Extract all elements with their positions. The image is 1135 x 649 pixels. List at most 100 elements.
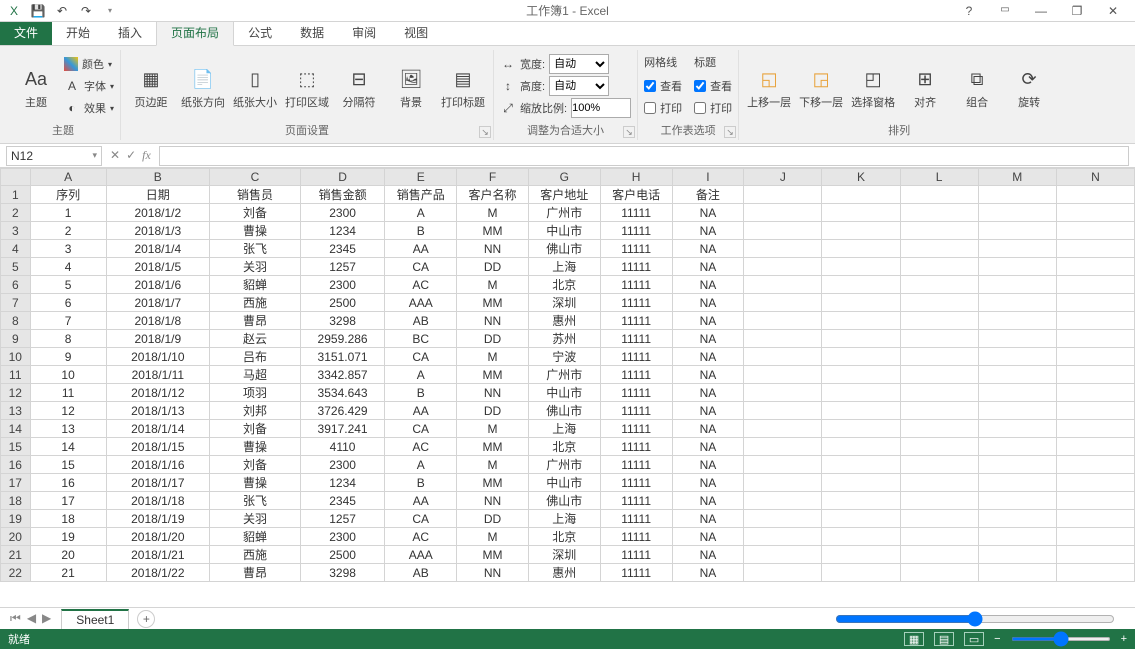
cell[interactable]: 曹操 — [210, 222, 301, 240]
cell[interactable]: 7 — [30, 312, 106, 330]
column-header[interactable]: G — [528, 169, 600, 186]
cell[interactable]: NA — [672, 510, 744, 528]
cell[interactable] — [822, 564, 900, 582]
cell[interactable]: AA — [385, 402, 457, 420]
cell[interactable] — [822, 240, 900, 258]
cell[interactable]: 惠州 — [528, 312, 600, 330]
row-header[interactable]: 18 — [1, 492, 31, 510]
cell[interactable] — [900, 330, 978, 348]
cell[interactable]: 15 — [30, 456, 106, 474]
cell[interactable] — [744, 546, 822, 564]
cell[interactable]: NA — [672, 312, 744, 330]
bring-forward-button[interactable]: ◱上移一层 — [745, 54, 793, 118]
prev-sheet-icon[interactable]: ◀ — [27, 611, 36, 626]
cell[interactable]: 4 — [30, 258, 106, 276]
zoom-slider[interactable] — [1011, 637, 1111, 641]
cell[interactable]: 中山市 — [528, 222, 600, 240]
cell[interactable]: AA — [385, 492, 457, 510]
cell[interactable]: AB — [385, 564, 457, 582]
cell[interactable]: 21 — [30, 564, 106, 582]
cell[interactable] — [900, 312, 978, 330]
cell[interactable]: 2018/1/9 — [106, 330, 209, 348]
cell[interactable]: 曹昂 — [210, 312, 301, 330]
cell[interactable] — [822, 366, 900, 384]
cell[interactable]: 吕布 — [210, 348, 301, 366]
cell[interactable] — [978, 456, 1056, 474]
tab-page-layout[interactable]: 页面布局 — [156, 19, 234, 46]
cell[interactable] — [978, 348, 1056, 366]
cell[interactable] — [1056, 438, 1134, 456]
cell[interactable]: NA — [672, 564, 744, 582]
cell[interactable] — [744, 420, 822, 438]
cell[interactable]: M — [457, 276, 529, 294]
column-header[interactable]: H — [600, 169, 672, 186]
cell[interactable] — [978, 276, 1056, 294]
cell[interactable] — [978, 330, 1056, 348]
cell[interactable] — [900, 492, 978, 510]
cell[interactable]: 2018/1/7 — [106, 294, 209, 312]
cell[interactable]: 2018/1/16 — [106, 456, 209, 474]
cell[interactable]: NA — [672, 204, 744, 222]
cell[interactable] — [900, 204, 978, 222]
cell[interactable] — [1056, 366, 1134, 384]
cell[interactable]: 销售产品 — [385, 186, 457, 204]
cell[interactable] — [978, 384, 1056, 402]
cell[interactable] — [822, 312, 900, 330]
cell[interactable] — [744, 330, 822, 348]
cell[interactable]: 5 — [30, 276, 106, 294]
cell[interactable] — [900, 366, 978, 384]
horizontal-scrollbar[interactable] — [835, 612, 1115, 626]
cell[interactable]: 2018/1/17 — [106, 474, 209, 492]
cell[interactable] — [978, 222, 1056, 240]
cell[interactable]: 2500 — [300, 546, 384, 564]
cell[interactable]: NA — [672, 546, 744, 564]
cell[interactable]: 11111 — [600, 492, 672, 510]
cell[interactable] — [822, 420, 900, 438]
cell[interactable] — [744, 528, 822, 546]
cell[interactable] — [1056, 510, 1134, 528]
cell[interactable]: 苏州 — [528, 330, 600, 348]
cell[interactable]: NA — [672, 474, 744, 492]
cell[interactable]: 2 — [30, 222, 106, 240]
theme-fonts-button[interactable]: A字体▾ — [64, 76, 114, 96]
cell[interactable]: MM — [457, 222, 529, 240]
undo-icon[interactable]: ↶ — [54, 3, 70, 19]
cell[interactable]: NA — [672, 492, 744, 510]
cell[interactable] — [822, 528, 900, 546]
maximize-icon[interactable]: ❐ — [1065, 4, 1089, 18]
cell[interactable]: 貂蝉 — [210, 276, 301, 294]
cell[interactable]: CA — [385, 510, 457, 528]
cell[interactable]: 销售员 — [210, 186, 301, 204]
cell[interactable]: MM — [457, 366, 529, 384]
cell[interactable] — [900, 546, 978, 564]
print-area-button[interactable]: ⬚打印区域 — [283, 54, 331, 118]
cell[interactable]: 关羽 — [210, 510, 301, 528]
cell[interactable] — [744, 186, 822, 204]
cell[interactable] — [900, 420, 978, 438]
cell[interactable]: NN — [457, 492, 529, 510]
cell[interactable] — [822, 492, 900, 510]
group-button[interactable]: ⧉组合 — [953, 54, 1001, 118]
cell[interactable]: NA — [672, 528, 744, 546]
cell[interactable]: 2300 — [300, 276, 384, 294]
cell[interactable]: 3534.643 — [300, 384, 384, 402]
cell[interactable] — [978, 204, 1056, 222]
cell[interactable]: M — [457, 204, 529, 222]
tab-review[interactable]: 审阅 — [338, 20, 390, 45]
spreadsheet-grid[interactable]: ABCDEFGHIJKLMN1序列日期销售员销售金额销售产品客户名称客户地址客户… — [0, 168, 1135, 607]
cell[interactable] — [978, 186, 1056, 204]
cell[interactable]: 刘备 — [210, 204, 301, 222]
cell[interactable]: NA — [672, 330, 744, 348]
cell[interactable] — [1056, 420, 1134, 438]
dialog-launcher-icon[interactable]: ↘ — [724, 126, 736, 138]
row-header[interactable]: 3 — [1, 222, 31, 240]
cell[interactable] — [744, 348, 822, 366]
cell[interactable] — [744, 402, 822, 420]
cell[interactable]: 11111 — [600, 474, 672, 492]
cell[interactable]: 刘备 — [210, 420, 301, 438]
cell[interactable]: 11111 — [600, 402, 672, 420]
cell[interactable] — [822, 510, 900, 528]
cell[interactable]: NA — [672, 456, 744, 474]
cell[interactable]: 2018/1/3 — [106, 222, 209, 240]
minimize-icon[interactable]: — — [1029, 4, 1053, 18]
